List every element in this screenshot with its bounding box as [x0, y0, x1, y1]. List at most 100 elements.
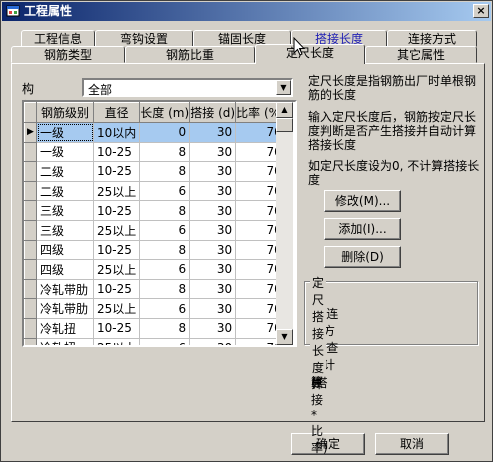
cell-length[interactable]: 6 [139, 181, 191, 202]
cell-length[interactable]: 0 [139, 122, 191, 143]
cell-diameter[interactable]: 25以上 [93, 298, 141, 319]
cell-grade[interactable]: 三级 [36, 200, 94, 221]
cell-grade[interactable]: 冷轧扭 [36, 318, 94, 339]
table-row[interactable]: 冷轧带肋 10-25 8 30 70 [24, 278, 286, 300]
scroll-down-icon[interactable]: ▼ [276, 329, 293, 345]
add-button[interactable]: 添加(I)... [324, 218, 401, 240]
row-header[interactable] [24, 239, 37, 261]
cell-length[interactable]: 6 [139, 220, 191, 241]
component-type-select[interactable]: 全部 ▼ [82, 78, 293, 97]
tab-rebar-type[interactable]: 钢筋类型 [11, 46, 125, 63]
table-row[interactable]: 三级 10-25 8 30 70 [24, 200, 286, 221]
cell-lap[interactable]: 30 [189, 338, 237, 345]
cell-diameter[interactable]: 25以上 [93, 338, 141, 345]
cell-lap[interactable]: 30 [189, 181, 237, 202]
mouse-cursor-icon [293, 37, 305, 56]
cell-length[interactable]: 8 [139, 142, 191, 163]
scroll-up-icon[interactable]: ▲ [276, 102, 293, 118]
cell-lap[interactable]: 30 [189, 318, 237, 339]
current-row-arrow-icon[interactable]: ▶ [24, 122, 37, 143]
cell-grade[interactable]: 一级 [36, 142, 94, 163]
cell-grade[interactable]: 三级 [36, 220, 94, 241]
cell-diameter[interactable]: 10-25 [93, 279, 141, 300]
cell-grade[interactable]: 四级 [36, 240, 94, 261]
tab-rebar-density[interactable]: 钢筋比重 [125, 46, 255, 63]
cell-lap[interactable]: 30 [189, 279, 237, 300]
table-row[interactable]: ▶ 一级 10以内 0 30 70 [24, 122, 286, 143]
cell-lap[interactable]: 30 [189, 259, 237, 280]
cell-grade[interactable]: 冷轧扭 [36, 338, 94, 345]
cell-grade[interactable]: 四级 [36, 259, 94, 280]
tab-label: 弯钩设置 [119, 32, 168, 46]
table-row[interactable]: 四级 10-25 8 30 70 [24, 239, 286, 261]
table-row[interactable]: 冷轧扭 10-25 8 30 70 [24, 317, 286, 339]
cell-lap[interactable]: 30 [189, 142, 237, 163]
row-header[interactable] [24, 219, 37, 241]
cell-diameter[interactable]: 25以上 [93, 181, 141, 202]
cell-lap[interactable]: 30 [189, 240, 237, 261]
cell-lap[interactable]: 30 [189, 298, 237, 319]
row-header[interactable] [24, 141, 37, 163]
scroll-thumb[interactable] [276, 118, 293, 132]
cell-lap[interactable]: 30 [189, 220, 237, 241]
cell-length[interactable]: 6 [139, 259, 191, 280]
cell-grade[interactable]: 二级 [36, 181, 94, 202]
cell-diameter[interactable]: 10以内 [93, 122, 141, 143]
row-header[interactable] [24, 259, 37, 280]
cell-lap[interactable]: 30 [189, 161, 237, 182]
cell-diameter[interactable]: 25以上 [93, 259, 141, 280]
cell-length[interactable]: 6 [139, 298, 191, 319]
column-header-diameter[interactable]: 直径 [92, 102, 141, 123]
title-bar[interactable]: 工程属性 × [2, 2, 491, 21]
row-header[interactable] [24, 317, 37, 339]
table-row[interactable]: 二级 25以上 6 30 70 [24, 180, 286, 202]
table-row[interactable]: 冷轧带肋 25以上 6 30 70 [24, 298, 286, 319]
table-row[interactable]: 二级 10-25 8 30 70 [24, 161, 286, 182]
cell-diameter[interactable]: 10-25 [93, 240, 141, 261]
cell-diameter[interactable]: 10-25 [93, 142, 141, 163]
row-header[interactable] [24, 200, 37, 221]
table-row[interactable]: 四级 25以上 6 30 70 [24, 259, 286, 280]
cell-diameter[interactable]: 25以上 [93, 220, 141, 241]
cell-length[interactable]: 8 [139, 200, 191, 221]
tab-hook-settings[interactable]: 弯钩设置 [95, 30, 193, 47]
tab-project-info[interactable]: 工程信息 [21, 30, 95, 47]
column-header-grade[interactable]: 钢筋级别 [36, 102, 94, 123]
fixed-length-table[interactable]: 钢筋级别 直径 长度 (m) 搭接 (d) 比率 (%) ▶ 一级 10以内 0 30 7… [22, 100, 297, 347]
cell-grade[interactable]: 冷轧带肋 [36, 279, 94, 300]
cancel-button[interactable]: 取消 [375, 433, 449, 455]
cell-length[interactable]: 8 [139, 161, 191, 182]
row-header[interactable] [24, 278, 37, 300]
column-header-length[interactable]: 长度 (m) [139, 102, 191, 123]
tab-connection-method[interactable]: 连接方式 [387, 30, 477, 47]
cell-length[interactable]: 6 [139, 338, 191, 345]
row-header[interactable] [24, 337, 37, 345]
cell-lap[interactable]: 30 [189, 200, 237, 221]
close-button[interactable]: × [473, 4, 489, 18]
cell-diameter[interactable]: 10-25 [93, 200, 141, 221]
cell-grade[interactable]: 冷轧带肋 [36, 298, 94, 319]
tab-fixed-length[interactable]: 定尺长度 [255, 44, 365, 64]
row-header[interactable] [24, 161, 37, 182]
modify-button[interactable]: 修改(M)... [324, 190, 401, 212]
table-scrollbar[interactable]: ▲ ▼ [276, 102, 293, 345]
table-row[interactable]: 三级 25以上 6 30 70 [24, 219, 286, 241]
cell-length[interactable]: 8 [139, 318, 191, 339]
cell-diameter[interactable]: 10-25 [93, 318, 141, 339]
window-title: 工程属性 [24, 4, 73, 18]
cell-diameter[interactable]: 10-25 [93, 161, 141, 182]
row-header[interactable] [24, 298, 37, 319]
row-header[interactable] [24, 180, 37, 202]
tab-other-properties[interactable]: 其它属性 [365, 46, 477, 63]
cell-lap[interactable]: 30 [189, 122, 237, 143]
ok-button[interactable]: 确定 [291, 433, 365, 455]
cell-length[interactable]: 8 [139, 240, 191, 261]
cell-length[interactable]: 8 [139, 279, 191, 300]
table-row[interactable]: 冷轧扭25以上63070 [24, 337, 286, 345]
cell-grade[interactable]: 二级 [36, 161, 94, 182]
column-header-lap[interactable]: 搭接 (d) [189, 102, 237, 123]
cell-grade[interactable]: 一级 [36, 122, 94, 143]
table-row[interactable]: 一级 10-25 8 30 70 [24, 141, 286, 163]
delete-button[interactable]: 删除(D) [324, 246, 401, 268]
chevron-down-icon[interactable]: ▼ [276, 80, 291, 95]
